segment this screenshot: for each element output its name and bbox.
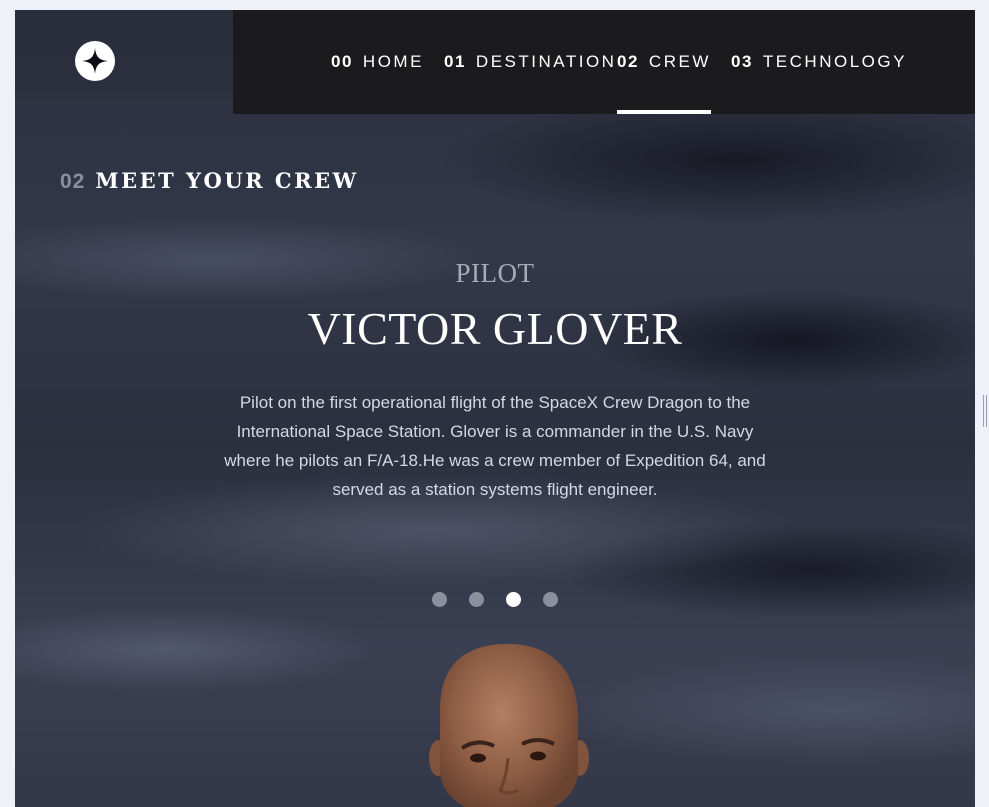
nav-num: 01 <box>444 52 466 71</box>
carousel-dot[interactable] <box>432 592 447 607</box>
carousel-dot[interactable] <box>543 592 558 607</box>
nav-label: DESTINATION <box>475 52 617 71</box>
nav-label: CREW <box>648 52 711 71</box>
nav-num: 02 <box>617 52 639 71</box>
crew-photo <box>429 644 589 807</box>
main-nav: 00 HOME 01 DESTINATION 02 CREW 03 TECHNO… <box>233 10 975 114</box>
carousel-dots <box>15 592 975 607</box>
nav-label: TECHNOLOGY <box>762 52 907 71</box>
nav-num: 03 <box>731 52 753 71</box>
heading-text: MEET YOUR CREW <box>95 168 359 193</box>
carousel-dot[interactable] <box>469 592 484 607</box>
nav-item-crew[interactable]: 02 CREW <box>617 10 711 114</box>
four-point-star-icon <box>82 48 108 74</box>
nav-item-home[interactable]: 00 HOME <box>331 10 424 114</box>
nav-label: HOME <box>362 52 424 71</box>
carousel-dot-active[interactable] <box>506 592 521 607</box>
nav-num: 00 <box>331 52 353 71</box>
nav-item-destination[interactable]: 01 DESTINATION <box>444 10 616 114</box>
crew-page: 00 HOME 01 DESTINATION 02 CREW 03 TECHNO… <box>15 10 975 807</box>
heading-number: 02 <box>60 170 86 193</box>
crew-name: VICTOR GLOVER <box>307 303 683 354</box>
logo-band <box>15 10 233 90</box>
nav-item-technology[interactable]: 03 TECHNOLOGY <box>731 10 907 114</box>
crew-bio: Pilot on the first operational flight of… <box>224 393 766 499</box>
logo[interactable] <box>75 41 115 81</box>
page-heading: 02 MEET YOUR CREW <box>60 168 359 194</box>
crew-role: PILOT <box>455 258 535 288</box>
resize-handle[interactable] <box>983 395 987 427</box>
